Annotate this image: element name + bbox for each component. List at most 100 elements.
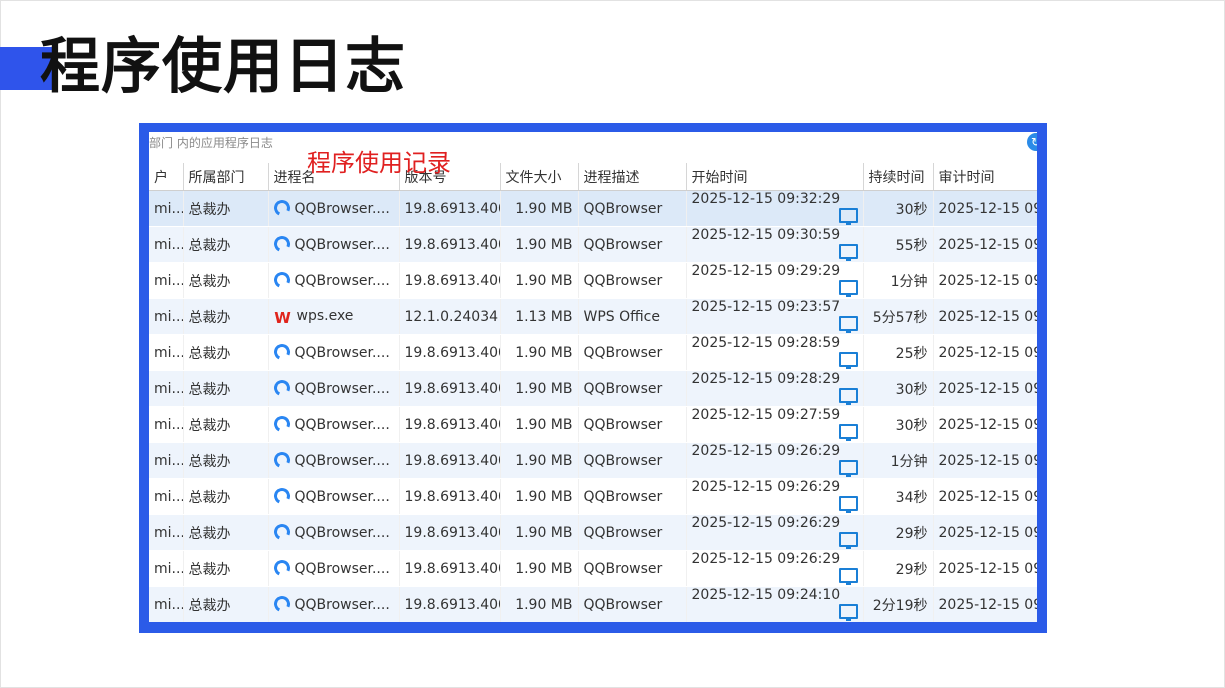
table-row[interactable]: mi... 总裁办 QQBrowser.... 19.8.6913.400 1.… (149, 442, 1038, 479)
table-row[interactable]: mi... 总裁办 QQBrowser.... 19.8.6913.400 1.… (149, 478, 1038, 515)
col-header-dept[interactable]: 所属部门 (183, 163, 269, 191)
user-text: mi... (154, 452, 183, 469)
monitor-icon[interactable] (838, 532, 858, 550)
audit-text: 2025-12-15 09 (938, 200, 1038, 217)
process-text: wps.exe (296, 308, 354, 324)
monitor-icon[interactable] (838, 316, 858, 334)
duration-text: 1分钟 (890, 273, 928, 290)
monitor-icon[interactable] (838, 424, 858, 442)
cell-audit: 2025-12-15 09 (933, 586, 1038, 622)
desc-text: QQBrowser (583, 524, 663, 541)
dept-text: 总裁办 (188, 489, 231, 506)
monitor-icon[interactable] (838, 352, 858, 370)
process-text: QQBrowser.... (294, 525, 390, 541)
table-row[interactable]: mi... 总裁办 QQBrowser.... 19.8.6913.400 1.… (149, 406, 1037, 443)
cell-size: 1.90 MB (500, 514, 579, 551)
cell-size: 1.90 MB (500, 262, 579, 299)
cell-desc: WPS Office (578, 298, 687, 335)
col-header-desc[interactable]: 进程描述 (578, 163, 687, 191)
audit-text: 2025-12-15 09 (938, 596, 1038, 613)
process-text: QQBrowser.... (294, 345, 390, 361)
cell-dept: 总裁办 (183, 370, 269, 407)
cell-version: 19.8.6913.400 (399, 442, 501, 479)
col-header-start[interactable]: 开始时间 (686, 163, 864, 191)
cell-process: QQBrowser.... (268, 586, 400, 622)
table-row[interactable]: mi... 总裁办 QQBrowser.... 19.8.6913.400 1.… (149, 334, 1037, 371)
qqbrowser-icon (271, 485, 292, 507)
audit-text: 2025-12-15 09 (938, 236, 1038, 253)
size-text: 1.90 MB (515, 560, 573, 577)
col-header-user[interactable]: 户 (149, 163, 184, 191)
size-text: 1.90 MB (515, 380, 573, 397)
monitor-icon[interactable] (838, 388, 858, 406)
monitor-icon[interactable] (838, 604, 858, 622)
user-text: mi... (154, 236, 183, 253)
qqbrowser-icon (271, 197, 292, 219)
process-text: QQBrowser.... (294, 453, 390, 469)
cell-user: mi... (149, 586, 184, 622)
duration-text: 2分19秒 (872, 597, 928, 614)
cell-desc: QQBrowser (578, 190, 687, 227)
process-text: QQBrowser.... (294, 561, 390, 577)
cell-desc: QQBrowser (578, 442, 687, 479)
cell-user: mi... (149, 334, 184, 371)
table-row[interactable]: mi... 总裁办 QQBrowser.... 19.8.6913.400 1.… (149, 586, 1038, 622)
cell-duration: 2分19秒 (863, 586, 934, 622)
table-row[interactable]: mi... 总裁办 QQBrowser.... 19.8.6913.400 1.… (149, 550, 1038, 587)
size-text: 1.90 MB (515, 488, 573, 505)
cell-user: mi... (149, 442, 184, 479)
audit-text: 2025-12-15 09 (938, 488, 1038, 505)
cell-duration: 1分钟 (863, 262, 934, 299)
cell-dept: 总裁办 (183, 478, 269, 515)
cell-audit: 2025-12-15 09 (933, 334, 1037, 371)
monitor-icon[interactable] (838, 460, 858, 478)
table-row[interactable]: mi... 总裁办 QQBrowser.... 19.8.6913.400 1.… (149, 370, 1038, 407)
col-header-size[interactable]: 文件大小 (500, 163, 579, 191)
process-text: QQBrowser.... (294, 489, 390, 505)
cell-desc: QQBrowser (578, 586, 687, 622)
refresh-icon[interactable]: ↻ (1027, 133, 1037, 151)
table-row[interactable]: mi... 总裁办 QQBrowser.... 19.8.6913.400 1.… (149, 262, 1037, 299)
table-row[interactable]: mi... 总裁办 QQBrowser.... 19.8.6913.400 1.… (149, 190, 1038, 227)
user-text: mi... (154, 308, 183, 325)
cell-dept: 总裁办 (183, 298, 269, 335)
start-text: 2025-12-15 09:24:10 (691, 587, 841, 603)
col-header-audit[interactable]: 审计时间 (933, 163, 1037, 191)
audit-text: 2025-12-15 09 (938, 308, 1038, 325)
cell-user: mi... (149, 262, 184, 299)
audit-text: 2025-12-15 09 (938, 380, 1038, 397)
monitor-icon[interactable] (838, 280, 858, 298)
duration-text: 30秒 (895, 381, 928, 398)
cell-audit: 2025-12-15 09 (933, 514, 1037, 551)
start-text: 2025-12-15 09:28:29 (691, 371, 841, 387)
cell-duration: 30秒 (863, 370, 934, 407)
start-text: 2025-12-15 09:26:29 (691, 515, 841, 531)
cell-user: mi... (149, 478, 184, 515)
monitor-icon[interactable] (838, 568, 858, 586)
duration-text: 1分钟 (890, 453, 928, 470)
col-header-duration[interactable]: 持续时间 (863, 163, 934, 191)
cell-dept: 总裁办 (183, 442, 269, 479)
duration-text: 25秒 (895, 345, 928, 362)
cell-desc: QQBrowser (578, 226, 687, 263)
table-row[interactable]: mi... 总裁办 QQBrowser.... 19.8.6913.400 1.… (149, 514, 1037, 551)
cell-audit: 2025-12-15 09 (933, 550, 1038, 587)
version-text: 19.8.6913.400 (404, 524, 500, 541)
cell-dept: 总裁办 (183, 586, 269, 622)
cell-audit: 2025-12-15 09 (933, 298, 1038, 335)
cell-duration: 30秒 (863, 190, 934, 227)
table-row[interactable]: mi... 总裁办 Wwps.exe 12.1.0.24034 1.13 MB … (149, 298, 1038, 335)
cell-duration: 30秒 (863, 406, 934, 443)
cell-version: 19.8.6913.400 (399, 370, 501, 407)
monitor-icon[interactable] (838, 496, 858, 514)
audit-text: 2025-12-15 09 (938, 452, 1038, 469)
cell-start: 2025-12-15 09:28:29 (686, 370, 864, 407)
table-row[interactable]: mi... 总裁办 QQBrowser.... 19.8.6913.400 1.… (149, 226, 1038, 263)
audit-text: 2025-12-15 09 (938, 560, 1038, 577)
start-text: 2025-12-15 09:30:59 (691, 227, 841, 243)
user-text: mi... (154, 524, 183, 541)
cell-process: Wwps.exe (268, 298, 400, 335)
monitor-icon[interactable] (838, 208, 858, 226)
desc-text: QQBrowser (583, 596, 663, 613)
monitor-icon[interactable] (838, 244, 858, 262)
